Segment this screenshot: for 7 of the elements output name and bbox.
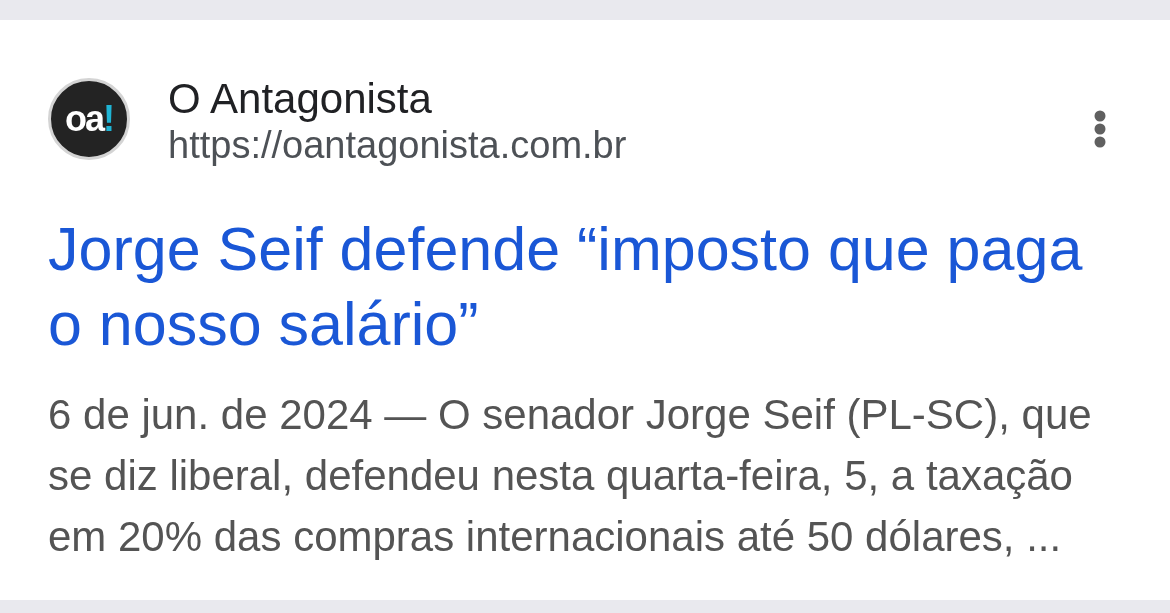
result-title-link[interactable]: Jorge Seif defende “imposto que paga o nosso salário” — [48, 212, 1083, 362]
more-icon — [1094, 110, 1106, 148]
site-logo: oa! — [48, 78, 130, 160]
more-options-button[interactable] — [1092, 108, 1108, 150]
result-snippet: 6 de jun. de 2024 — O senador Jorge Seif (PL-SC), que se diz liberal, defendeu nesta quarta-feira, 5, a taxação em 20% das compras internacionais até 50 dólares, ... — [48, 390, 1092, 562]
site-name: O Antagonista — [168, 76, 432, 122]
site-url: https://oantagonista.com.br — [168, 123, 627, 168]
